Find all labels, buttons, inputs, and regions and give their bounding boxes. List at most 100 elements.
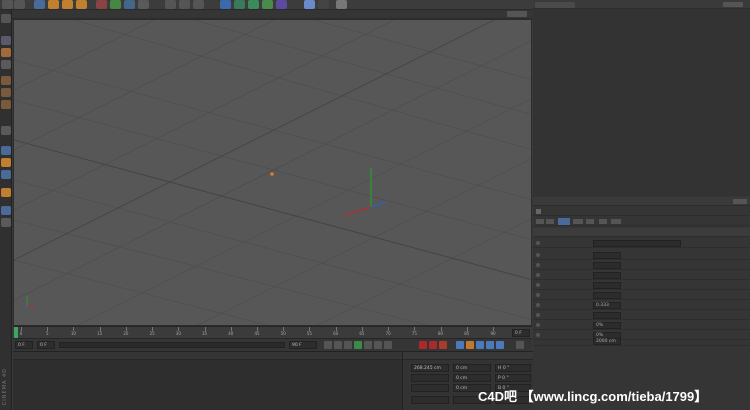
move-icon[interactable] (48, 0, 59, 9)
key-pla-icon[interactable] (496, 341, 504, 349)
attribute-field[interactable] (593, 252, 621, 259)
rot-h-field[interactable]: H 0 ° (495, 364, 531, 372)
animate-dot-icon[interactable] (536, 253, 540, 257)
autokey-icon[interactable] (429, 341, 437, 349)
tab-coord[interactable] (546, 219, 554, 224)
pos-x-field[interactable]: 268.245 cm (411, 364, 449, 372)
attributes-title-row (533, 207, 750, 216)
snap-icon[interactable] (1, 158, 11, 167)
render-view-icon[interactable] (165, 0, 176, 9)
key-position-icon[interactable] (456, 341, 464, 349)
animate-dot-icon[interactable] (536, 313, 540, 317)
cube-icon[interactable] (220, 0, 231, 9)
pen-icon[interactable] (234, 0, 245, 9)
pos-z-field[interactable] (411, 384, 449, 392)
focus-distance-field[interactable]: 2000 cm (593, 338, 621, 345)
animate-dot-icon[interactable] (536, 263, 540, 267)
size-x-field[interactable]: 0 cm (453, 364, 491, 372)
undo-icon[interactable] (2, 0, 13, 9)
attribute-field[interactable] (593, 262, 621, 269)
animate-dot-icon[interactable] (536, 283, 540, 287)
axis-y-icon[interactable] (110, 0, 121, 9)
array-icon[interactable] (262, 0, 273, 9)
axis-x-icon[interactable] (96, 0, 107, 9)
tab-composition[interactable] (611, 219, 621, 224)
key-param-icon[interactable] (486, 341, 494, 349)
rotate-icon[interactable] (76, 0, 87, 9)
enable-axis-icon[interactable] (1, 126, 11, 135)
perspective-viewport[interactable] (13, 19, 532, 326)
keyframe-selection-icon[interactable] (439, 341, 447, 349)
live-select-icon[interactable] (34, 0, 45, 9)
lock-workplane-icon[interactable] (1, 170, 11, 179)
points-mode-icon[interactable] (1, 76, 11, 85)
tab-physical[interactable] (573, 219, 583, 224)
animate-dot-icon[interactable] (536, 273, 540, 277)
model-mode-icon[interactable] (1, 36, 11, 45)
animate-dot-icon[interactable] (536, 303, 540, 307)
edges-mode-icon[interactable] (1, 88, 11, 97)
timeline-end-field[interactable]: 0 F (512, 329, 530, 337)
animate-dot-icon[interactable] (536, 323, 540, 327)
viewport-nav-icons[interactable] (507, 11, 527, 17)
tab-basic[interactable] (536, 219, 544, 224)
go-to-start-icon[interactable] (324, 341, 332, 349)
key-rotation-icon[interactable] (476, 341, 484, 349)
current-frame-field[interactable]: 0 F (37, 341, 55, 349)
timeline-playhead[interactable] (14, 327, 18, 338)
tweak-icon[interactable] (1, 146, 11, 155)
object-manager-search-icon[interactable] (723, 2, 743, 7)
floor-icon[interactable] (304, 0, 315, 9)
camera-icon[interactable] (318, 0, 329, 9)
scale-icon[interactable] (62, 0, 73, 9)
workplane-icon[interactable] (1, 60, 11, 69)
tab-stereo[interactable] (599, 219, 607, 224)
key-scale-icon[interactable] (466, 341, 474, 349)
texture-mode-icon[interactable] (1, 48, 11, 57)
animate-dot-icon[interactable] (536, 293, 540, 297)
render-settings-icon[interactable] (193, 0, 204, 9)
timeline-menu-icon[interactable] (516, 341, 524, 349)
object-manager-tab[interactable] (535, 2, 575, 8)
next-frame-icon[interactable] (364, 341, 372, 349)
coord-mode-select[interactable] (411, 396, 449, 404)
attribute-field[interactable] (593, 312, 621, 319)
make-editable-icon[interactable] (1, 14, 11, 23)
timeline-ruler[interactable]: 0 5 10 15 20 25 30 35 40 45 50 55 60 65 70 75 80 85 90 0 F (13, 326, 532, 338)
attribute-field[interactable] (593, 292, 621, 299)
play-icon[interactable] (354, 341, 362, 349)
tab-details[interactable] (586, 219, 594, 224)
time-slider[interactable] (59, 342, 285, 348)
axis-z-icon[interactable] (124, 0, 135, 9)
polygons-mode-icon[interactable] (1, 100, 11, 109)
start-frame-field[interactable]: 0 F (15, 341, 33, 349)
light-icon[interactable] (336, 0, 347, 9)
deformer-icon[interactable] (276, 0, 287, 9)
timeline-tick-label: 20 (123, 331, 129, 336)
animate-dot-icon[interactable] (536, 241, 540, 245)
attribute-field[interactable] (593, 272, 621, 279)
attribute-field[interactable]: 0% (593, 322, 621, 329)
record-icon[interactable] (419, 341, 427, 349)
prev-key-icon[interactable] (334, 341, 342, 349)
rot-p-field[interactable]: P 0 ° (495, 374, 531, 382)
pos-y-field[interactable] (411, 374, 449, 382)
attributes-nav-icons[interactable] (733, 199, 747, 204)
attribute-field[interactable] (593, 240, 681, 247)
quantize-icon[interactable] (1, 188, 11, 197)
attribute-field[interactable] (593, 282, 621, 289)
world-coords-icon[interactable] (138, 0, 149, 9)
prev-frame-icon[interactable] (344, 341, 352, 349)
attribute-field[interactable]: 0.333 (593, 302, 621, 309)
go-to-end-icon[interactable] (384, 341, 392, 349)
render-picture-icon[interactable] (179, 0, 190, 9)
object-list[interactable] (533, 10, 750, 196)
sculpt-icon[interactable] (1, 206, 11, 215)
size-y-field[interactable]: 0 cm (453, 374, 491, 382)
next-key-icon[interactable] (374, 341, 382, 349)
end-frame-field[interactable]: 90 F (289, 341, 317, 349)
subdivision-icon[interactable] (248, 0, 259, 9)
grid-icon[interactable] (1, 218, 11, 227)
tab-object[interactable] (558, 218, 570, 225)
redo-icon[interactable] (14, 0, 25, 9)
